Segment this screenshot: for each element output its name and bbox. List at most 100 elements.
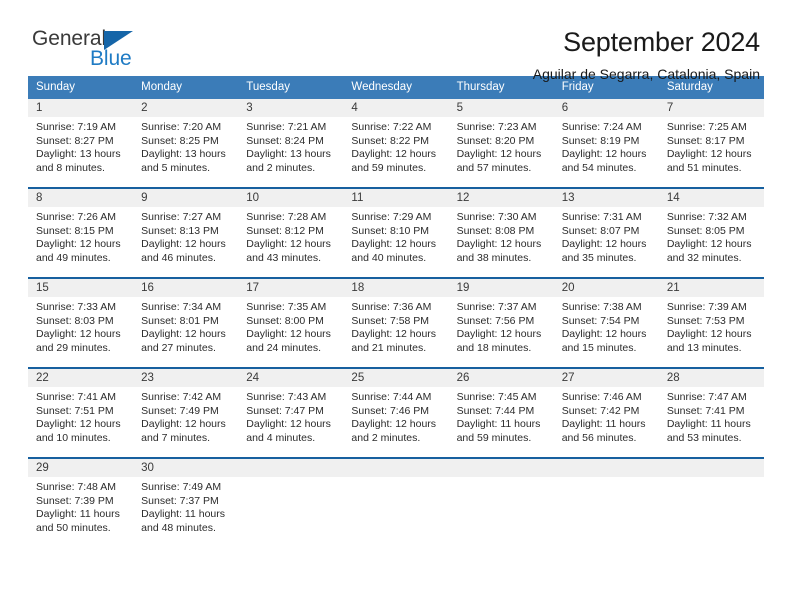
sunrise-text: Sunrise: 7:36 AM (351, 301, 432, 313)
day-cell[interactable]: 17 Sunrise: 7:35 AM Sunset: 8:00 PM Dayligh… (238, 279, 344, 367)
day-cell[interactable]: 11 Sunrise: 7:29 AM Sunset: 8:10 PM Dayligh… (343, 189, 449, 277)
sunrise-text: Sunrise: 7:19 AM (36, 121, 116, 133)
day-number (553, 459, 659, 477)
week-grid: 8 Sunrise: 7:26 AM Sunset: 8:15 PM Daylight… (28, 189, 764, 277)
day-cell[interactable]: 19 Sunrise: 7:37 AM Sunset: 7:56 PM Dayligh… (448, 279, 554, 367)
day-cell[interactable]: 9 Sunrise: 7:27 AM Sunset: 8:13 PM Daylight… (133, 189, 239, 277)
day-cell[interactable]: 18 Sunrise: 7:36 AM Sunset: 7:58 PM Dayligh… (343, 279, 449, 367)
sunset-text: Sunset: 8:01 PM (141, 314, 219, 327)
day-number: 27 (553, 369, 659, 387)
sunset-text: Sunset: 7:54 PM (561, 314, 640, 327)
sunrise-text: Sunrise: 7:20 AM (141, 121, 222, 133)
day-number: 29 (28, 459, 134, 477)
calendar-week-row: 15 Sunrise: 7:33 AM Sunset: 8:03 PM Dayligh… (28, 277, 764, 367)
day-cell[interactable]: 15 Sunrise: 7:33 AM Sunset: 8:03 PM Dayligh… (28, 279, 134, 367)
day-cell[interactable]: 23 Sunrise: 7:42 AM Sunset: 7:49 PM Dayligh… (133, 369, 239, 457)
day-cell[interactable]: 25 Sunrise: 7:44 AM Sunset: 7:46 PM Dayligh… (343, 369, 449, 457)
day-cell[interactable]: 21 Sunrise: 7:39 AM Sunset: 7:53 PM Dayligh… (658, 279, 764, 367)
day-number: 6 (553, 99, 659, 117)
sunset-text: Sunset: 7:42 PM (561, 404, 640, 417)
day-cell[interactable]: 13 Sunrise: 7:31 AM Sunset: 8:07 PM Dayligh… (553, 189, 659, 277)
sunrise-text: Sunrise: 7:37 AM (456, 301, 537, 313)
sunrise-text: Sunrise: 7:42 AM (141, 391, 222, 403)
day-number (343, 459, 449, 477)
sunset-text: Sunset: 8:24 PM (246, 134, 324, 147)
daylight-text-line1: Daylight: 12 hours (351, 328, 437, 341)
daylight-text-line1: Daylight: 11 hours (456, 418, 541, 431)
calendar-week-row: 29 Sunrise: 7:48 AM Sunset: 7:39 PM Dayligh… (28, 457, 764, 547)
day-cell[interactable]: 14 Sunrise: 7:32 AM Sunset: 8:05 PM Dayligh… (658, 189, 764, 277)
day-info: Sunrise: 7:49 AM Sunset: 7:37 PM Daylight:… (133, 477, 238, 535)
day-cell[interactable]: 26 Sunrise: 7:45 AM Sunset: 7:44 PM Dayligh… (448, 369, 554, 457)
day-cell[interactable]: 3 Sunrise: 7:21 AM Sunset: 8:24 PM Daylight… (238, 99, 344, 187)
daylight-text-line1: Daylight: 12 hours (561, 148, 647, 161)
day-info: Sunrise: 7:28 AM Sunset: 8:12 PM Daylight:… (238, 207, 343, 265)
daylight-text-line2: and 57 minutes. (456, 161, 532, 174)
day-number: 3 (238, 99, 344, 117)
daylight-text-line1: Daylight: 13 hours (141, 148, 226, 161)
sunrise-text: Sunrise: 7:41 AM (36, 391, 116, 403)
daylight-text-line2: and 54 minutes. (561, 161, 637, 174)
sunrise-text: Sunrise: 7:31 AM (561, 211, 642, 223)
day-info: Sunrise: 7:25 AM Sunset: 8:17 PM Daylight:… (659, 117, 764, 175)
day-info: Sunrise: 7:36 AM Sunset: 7:58 PM Daylight:… (343, 297, 448, 355)
day-cell[interactable]: 29 Sunrise: 7:48 AM Sunset: 7:39 PM Dayligh… (28, 459, 134, 547)
daylight-text-line1: Daylight: 12 hours (141, 238, 226, 251)
day-info: Sunrise: 7:29 AM Sunset: 8:10 PM Daylight:… (343, 207, 448, 265)
calendar-body: 1 Sunrise: 7:19 AM Sunset: 8:27 PM Daylight… (28, 99, 764, 547)
daylight-text-line1: Daylight: 12 hours (561, 238, 647, 251)
day-cell[interactable]: 8 Sunrise: 7:26 AM Sunset: 8:15 PM Daylight… (28, 189, 134, 277)
day-info: Sunrise: 7:26 AM Sunset: 8:15 PM Daylight:… (28, 207, 133, 265)
daylight-text-line2: and 27 minutes. (141, 341, 216, 354)
sunset-text: Sunset: 8:25 PM (141, 134, 219, 147)
day-cell[interactable]: 6 Sunrise: 7:24 AM Sunset: 8:19 PM Daylight… (553, 99, 659, 187)
sunrise-text: Sunrise: 7:38 AM (561, 301, 642, 313)
day-number: 11 (343, 189, 449, 207)
day-cell-empty (448, 459, 554, 547)
week-grid: 22 Sunrise: 7:41 AM Sunset: 7:51 PM Dayligh… (28, 369, 764, 457)
day-number: 21 (658, 279, 764, 297)
daylight-text-line2: and 29 minutes. (36, 341, 111, 354)
sunrise-text: Sunrise: 7:43 AM (246, 391, 327, 403)
day-cell[interactable]: 20 Sunrise: 7:38 AM Sunset: 7:54 PM Dayligh… (553, 279, 659, 367)
sunrise-text: Sunrise: 7:35 AM (246, 301, 327, 313)
daylight-text-line1: Daylight: 12 hours (456, 328, 542, 341)
brand-logo[interactable]: General Blue (28, 26, 168, 78)
day-number: 10 (238, 189, 344, 207)
day-cell[interactable]: 16 Sunrise: 7:34 AM Sunset: 8:01 PM Dayligh… (133, 279, 239, 367)
day-cell[interactable]: 28 Sunrise: 7:47 AM Sunset: 7:41 PM Dayligh… (658, 369, 764, 457)
day-cell[interactable]: 1 Sunrise: 7:19 AM Sunset: 8:27 PM Daylight… (28, 99, 134, 187)
day-cell[interactable]: 4 Sunrise: 7:22 AM Sunset: 8:22 PM Daylight… (343, 99, 449, 187)
daylight-text-line1: Daylight: 12 hours (456, 238, 542, 251)
sunset-text: Sunset: 7:53 PM (666, 314, 745, 327)
day-cell[interactable]: 27 Sunrise: 7:46 AM Sunset: 7:42 PM Dayligh… (553, 369, 659, 457)
day-cell[interactable]: 22 Sunrise: 7:41 AM Sunset: 7:51 PM Dayligh… (28, 369, 134, 457)
sunrise-text: Sunrise: 7:39 AM (666, 301, 747, 313)
week-grid: 29 Sunrise: 7:48 AM Sunset: 7:39 PM Dayligh… (28, 459, 764, 547)
day-cell[interactable]: 10 Sunrise: 7:28 AM Sunset: 8:12 PM Dayligh… (238, 189, 344, 277)
daylight-text-line1: Daylight: 12 hours (351, 418, 437, 431)
sunset-text: Sunset: 8:15 PM (36, 224, 114, 237)
day-cell[interactable]: 2 Sunrise: 7:20 AM Sunset: 8:25 PM Daylight… (133, 99, 239, 187)
sunset-text: Sunset: 7:46 PM (351, 404, 430, 417)
daylight-text-line2: and 51 minutes. (666, 161, 742, 174)
daylight-text-line1: Daylight: 13 hours (246, 148, 331, 161)
sunrise-text: Sunrise: 7:48 AM (36, 481, 116, 493)
day-info: Sunrise: 7:39 AM Sunset: 7:53 PM Daylight:… (659, 297, 764, 355)
day-cell[interactable]: 24 Sunrise: 7:43 AM Sunset: 7:47 PM Dayligh… (238, 369, 344, 457)
week-grid: 15 Sunrise: 7:33 AM Sunset: 8:03 PM Dayligh… (28, 279, 764, 367)
sunrise-text: Sunrise: 7:44 AM (351, 391, 432, 403)
day-cell[interactable]: 5 Sunrise: 7:23 AM Sunset: 8:20 PM Daylight… (448, 99, 554, 187)
sunset-text: Sunset: 8:22 PM (351, 134, 430, 147)
day-cell[interactable]: 30 Sunrise: 7:49 AM Sunset: 7:37 PM Dayligh… (133, 459, 239, 547)
sunrise-text: Sunrise: 7:23 AM (456, 121, 537, 133)
daylight-text-line2: and 50 minutes. (36, 521, 111, 534)
day-number: 8 (28, 189, 134, 207)
daylight-text-line2: and 43 minutes. (246, 251, 321, 264)
day-cell[interactable]: 7 Sunrise: 7:25 AM Sunset: 8:17 PM Daylight… (658, 99, 764, 187)
day-info: Sunrise: 7:27 AM Sunset: 8:13 PM Daylight:… (133, 207, 238, 265)
day-number: 19 (448, 279, 554, 297)
page-header: General Blue September 2024 Aguilar de S… (28, 0, 764, 82)
day-cell[interactable]: 12 Sunrise: 7:30 AM Sunset: 8:08 PM Dayligh… (448, 189, 554, 277)
day-info: Sunrise: 7:21 AM Sunset: 8:24 PM Daylight:… (238, 117, 343, 175)
